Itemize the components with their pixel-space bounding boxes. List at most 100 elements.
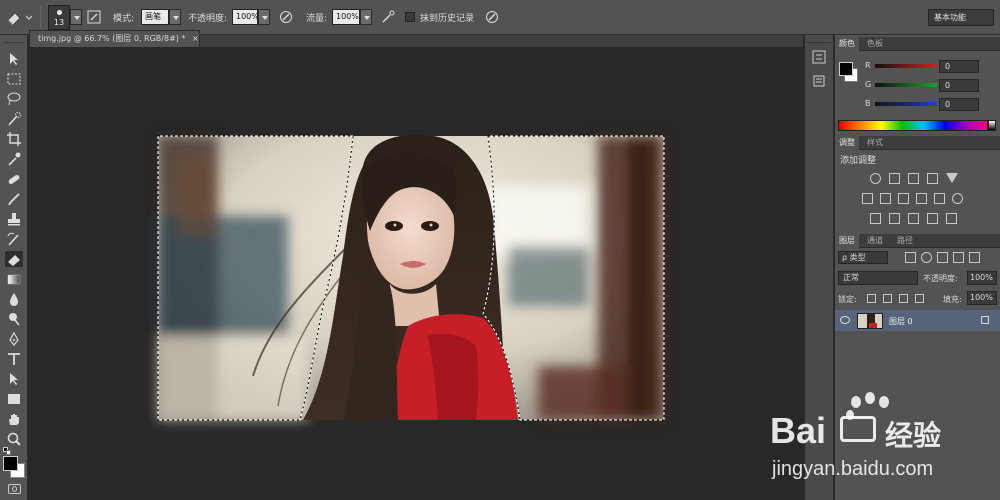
channel-b-input[interactable]: 0	[939, 98, 979, 111]
eyedropper-tool[interactable]	[5, 151, 23, 167]
filter-type-icon[interactable]	[937, 252, 948, 263]
properties-panel-button[interactable]	[811, 73, 827, 89]
drop-icon	[10, 293, 18, 306]
eraser-tool[interactable]	[5, 251, 23, 267]
flow-input[interactable]: 100%	[332, 9, 360, 25]
foreground-color-swatch[interactable]	[3, 456, 18, 471]
photo-filter-icon[interactable]	[916, 193, 927, 204]
filter-pixel-icon[interactable]	[905, 252, 916, 263]
blend-mode-select[interactable]: 正常	[838, 271, 918, 285]
pressure-size-button[interactable]	[484, 8, 500, 26]
mode-dropdown[interactable]	[169, 9, 181, 25]
eraser-icon	[7, 12, 33, 26]
visibility-eye-icon[interactable]	[840, 316, 850, 324]
brush-size-value: 13	[53, 18, 65, 27]
brightness-icon[interactable]	[870, 173, 881, 184]
type-tool[interactable]	[5, 351, 23, 367]
blur-tool[interactable]	[5, 291, 23, 307]
lock-image-icon[interactable]	[883, 294, 892, 303]
mode-select[interactable]: 画笔	[141, 9, 169, 25]
dodge-tool[interactable]	[5, 311, 23, 327]
color-ramp[interactable]	[838, 120, 988, 131]
tab-styles[interactable]: 样式	[863, 136, 887, 150]
canvas-area[interactable]	[29, 47, 803, 500]
quick-mask-button[interactable]	[8, 484, 21, 494]
lock-position-icon[interactable]	[899, 294, 908, 303]
zoom-tool[interactable]	[5, 431, 23, 447]
tab-paths[interactable]: 路径	[893, 234, 917, 248]
hand-tool[interactable]	[5, 411, 23, 427]
flow-dropdown[interactable]	[360, 9, 372, 25]
tab-layers[interactable]: 图层	[835, 234, 859, 248]
crop-tool[interactable]	[5, 131, 23, 147]
curves-icon[interactable]	[908, 173, 919, 184]
path-select-tool[interactable]	[5, 371, 23, 387]
workspace-switcher[interactable]: 基本功能	[928, 9, 994, 26]
exposure-icon[interactable]	[927, 173, 938, 184]
gradient-map-icon[interactable]	[946, 213, 957, 224]
tab-color[interactable]: 颜色	[835, 37, 859, 51]
lock-all-icon[interactable]	[915, 294, 924, 303]
history-panel-button[interactable]	[811, 49, 827, 65]
document-image[interactable]	[29, 47, 803, 500]
pressure-opacity-button[interactable]	[278, 8, 294, 26]
hue-saturation-icon[interactable]	[862, 193, 873, 204]
filter-shape-icon[interactable]	[953, 252, 964, 263]
brush-tool[interactable]	[5, 191, 23, 207]
channel-g-input[interactable]: 0	[939, 79, 979, 92]
brush-size-picker[interactable]: 13	[48, 5, 70, 30]
tool-preset-picker[interactable]	[4, 8, 34, 26]
layer-row[interactable]: 图层 0	[835, 310, 1000, 331]
filter-adjust-icon[interactable]	[921, 252, 932, 263]
pen-tool[interactable]	[5, 331, 23, 347]
levels-icon[interactable]	[889, 173, 900, 184]
airbrush-button[interactable]	[380, 8, 396, 26]
color-balance-icon[interactable]	[880, 193, 891, 204]
vibrance-icon[interactable]	[946, 173, 958, 183]
layer-filter-select[interactable]: ρ 类型	[838, 251, 888, 264]
selective-color-icon[interactable]	[927, 213, 938, 224]
brush-panel-toggle[interactable]	[86, 8, 102, 26]
close-tab-icon[interactable]: ×	[192, 34, 199, 43]
magnifier-icon	[7, 432, 21, 446]
grayscale-ramp[interactable]	[988, 120, 996, 131]
tab-adjustments[interactable]: 调整	[835, 136, 859, 150]
lasso-tool[interactable]	[5, 91, 23, 107]
tab-swatches[interactable]: 色板	[863, 37, 887, 51]
history-checkbox[interactable]	[405, 12, 415, 22]
dock-grip[interactable]	[807, 37, 831, 43]
channel-mixer-icon[interactable]	[934, 193, 945, 204]
layer-name[interactable]: 图层 0	[889, 316, 913, 327]
move-tool[interactable]	[5, 51, 23, 67]
default-colors-button[interactable]	[3, 447, 11, 455]
posterize-icon[interactable]	[889, 213, 900, 224]
tab-channels[interactable]: 通道	[863, 234, 887, 248]
history-brush-tool[interactable]	[5, 231, 23, 247]
marquee-tool[interactable]	[5, 71, 23, 87]
toolbar-grip[interactable]	[3, 37, 25, 43]
stamp-icon	[8, 213, 20, 226]
opacity-dropdown[interactable]	[258, 9, 270, 25]
channel-b-slider[interactable]	[875, 102, 937, 106]
threshold-icon[interactable]	[908, 213, 919, 224]
clone-stamp-tool[interactable]	[5, 211, 23, 227]
black-white-icon[interactable]	[898, 193, 909, 204]
quick-select-tool[interactable]	[5, 111, 23, 127]
channel-r-input[interactable]: 0	[939, 60, 979, 73]
lock-transparent-icon[interactable]	[867, 294, 876, 303]
filter-smart-icon[interactable]	[969, 252, 980, 263]
invert-icon[interactable]	[870, 213, 881, 224]
document-tab[interactable]: timg.jpg @ 66.7% (图层 0, RGB/8#) * ×	[29, 30, 200, 47]
channel-r-slider[interactable]	[875, 64, 937, 68]
color-fg-swatch[interactable]	[839, 62, 853, 76]
shape-tool[interactable]	[5, 391, 23, 407]
channel-g-slider[interactable]	[875, 83, 937, 87]
brush-size-dropdown[interactable]	[70, 9, 82, 25]
fill-input[interactable]: 100%	[967, 291, 997, 305]
layer-opacity-input[interactable]: 100%	[967, 271, 997, 285]
opacity-input[interactable]: 100%	[232, 9, 259, 25]
gradient-tool[interactable]	[5, 271, 23, 287]
color-lookup-icon[interactable]	[952, 193, 963, 204]
separator	[40, 6, 41, 28]
healing-brush-tool[interactable]	[5, 171, 23, 187]
